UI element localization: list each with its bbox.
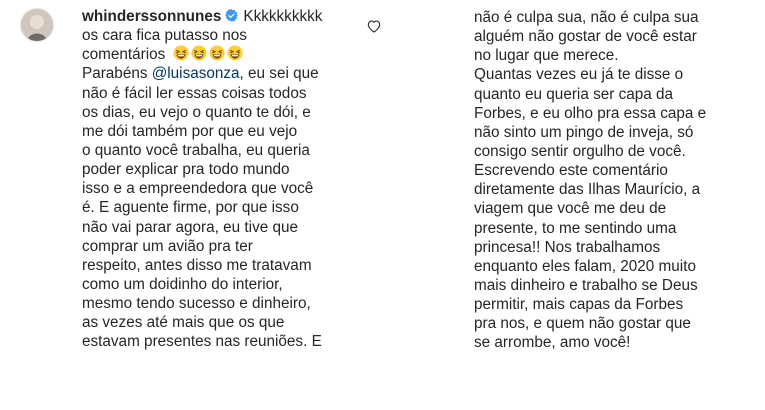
comment-line: alguém não gostar de você estar [474, 28, 697, 46]
comment-line: é. E aguente firme, por que isso [82, 199, 299, 217]
comment-line: Escrevendo este comentário [474, 162, 668, 180]
comment-body-left: whinderssonnunes Kkkkkkkkkk os cara fica … [82, 7, 372, 352]
comment-line: Forbes, e eu olho pra essa capa e [474, 104, 707, 122]
comment-line: isso e a empreendedora que você [82, 180, 314, 198]
grinning-squinting-face-emoji [173, 45, 189, 61]
comment-line: mais dinheiro e trabalho se Deus [474, 276, 698, 294]
comment-line: os cara fica putasso nos [82, 27, 247, 45]
comment-line: como um doidinho do interior, [82, 275, 283, 293]
comment-line: as vezes até mais que os que [82, 314, 285, 332]
avatar[interactable] [21, 9, 53, 41]
comment-line: presente, to me sentindo uma [474, 219, 677, 237]
comment-line: mesmo tendo sucesso e dinheiro, [82, 295, 311, 313]
comment-line: quanto eu queria ser capa da [474, 85, 674, 103]
comment-line: respeito, antes disso me tratavam [82, 256, 312, 274]
comment-line: não sinto um pingo de inveja, só [474, 123, 694, 141]
comment-line: consigo sentir orgulho de você. [474, 142, 686, 160]
comment-line: Quantas vezes eu já te disse o [474, 66, 684, 84]
comment-column-right: não é culpa sua, não é culpa sua alguém … [455, 0, 765, 410]
comment-line: comprar um avião pra ter [82, 237, 253, 255]
comment-line: os dias, eu vejo o quanto te dói, e [82, 103, 311, 121]
comment-line: não é fácil ler essas coisas todos [82, 84, 307, 102]
comment-line: princesa!! Nos trabalhamos [474, 238, 661, 256]
grinning-squinting-face-emoji [227, 45, 243, 61]
grinning-squinting-face-emoji [209, 45, 225, 61]
comment-line: enquanto eles falam, 2020 muito [474, 257, 696, 275]
username-link[interactable]: whinderssonnunes [82, 8, 221, 25]
comment-line: no lugar que merece. [474, 47, 619, 65]
comment-line: permitir, mais capas da Forbes [474, 296, 684, 314]
verified-badge-icon [225, 9, 239, 22]
comment-line: me dói também por que eu vejo [82, 122, 298, 140]
comment-line: o quanto você trabalha, eu queria [82, 141, 310, 159]
comment-line: poder explicar pra todo mundo [82, 161, 290, 179]
comment-line: não é culpa sua, não é culpa sua [474, 9, 699, 26]
comment-line: se arrombe, amo você! [474, 334, 631, 352]
mention-link[interactable]: @luisasonza [152, 65, 240, 82]
comment-line: não vai parar agora, eu tive que [82, 218, 299, 236]
heart-icon[interactable] [366, 18, 382, 34]
grinning-squinting-face-emoji [191, 45, 207, 61]
comment-body-right: não é culpa sua, não é culpa sua alguém … [474, 8, 764, 353]
comment-line: comentários [82, 45, 372, 64]
comment-line: diretamente das Ilhas Maurício, a [474, 181, 701, 199]
emoji-row [173, 45, 245, 63]
comment-line: viagem que você me deu de [474, 200, 667, 218]
comment-line: pra nos, e quem não gostar que [474, 315, 691, 333]
comment-line: Parabéns @luisasonza, eu sei que [82, 65, 319, 83]
comment-line: estavam presentes nas reuniões. E [82, 333, 322, 351]
comment-column-left: whinderssonnunes Kkkkkkkkkk os cara fica … [0, 0, 395, 410]
comment-line: whinderssonnunes Kkkkkkkkkk [82, 8, 323, 25]
